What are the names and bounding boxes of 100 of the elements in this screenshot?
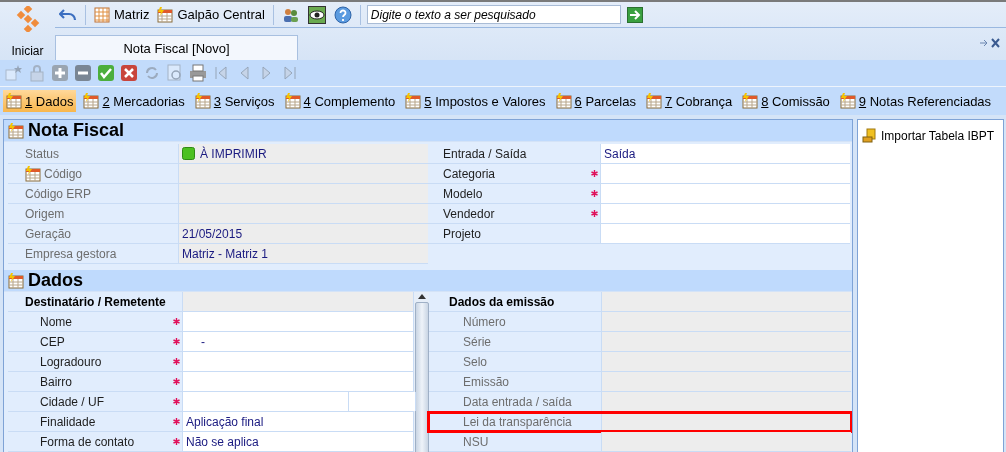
table-icon (555, 93, 572, 109)
field-label: Status (25, 146, 60, 161)
field-label: Selo (463, 354, 488, 369)
group-title: Destinatário / Remetente (25, 293, 167, 311)
lightning-table-icon (25, 165, 41, 182)
minus-icon (74, 64, 92, 82)
document-tab[interactable]: Nota Fiscal [Novo] (55, 35, 298, 61)
table-icon (194, 93, 211, 109)
field-label: Número (463, 314, 506, 329)
table-icon (6, 93, 22, 109)
go-button[interactable] (624, 5, 645, 24)
close-icon (120, 64, 138, 82)
section-tab[interactable]: 6 Parcelas (552, 90, 639, 112)
scrollbar[interactable] (413, 292, 429, 452)
preview-icon (166, 64, 184, 82)
table-icon (8, 122, 24, 139)
field-label: Emissão (463, 374, 509, 389)
section-tab[interactable]: 1 Dados (3, 90, 77, 112)
field-label: Data entrada / saída (463, 394, 572, 409)
input-field[interactable]: Saída (600, 144, 850, 163)
field-label: Vendedor (443, 206, 495, 221)
section-tab[interactable]: 3 Serviços (191, 90, 278, 112)
status-value: À IMPRIMIR (200, 146, 267, 161)
field-label: Lei da transparência (463, 414, 572, 429)
input-field[interactable] (600, 224, 850, 243)
section-tab[interactable]: 2 Mercadorias (80, 90, 188, 112)
city-uf-field[interactable] (182, 392, 416, 411)
field-label: CEP (40, 334, 65, 349)
field-label: Nome (40, 314, 72, 329)
field-label: NSU (463, 434, 489, 449)
input-field: Matriz - Matriz 1 (178, 244, 428, 263)
view-button[interactable] (305, 4, 328, 25)
table-icon (645, 93, 662, 109)
input-field[interactable] (182, 312, 413, 331)
refresh-icon (143, 64, 161, 82)
eye-icon (307, 5, 326, 24)
field-label: Modelo (443, 186, 483, 201)
checkmark-icon (97, 64, 115, 82)
section-tab[interactable]: 4 Complemento (281, 90, 399, 112)
field-label: Projeto (443, 226, 482, 241)
minus-button[interactable] (74, 64, 92, 82)
undo-icon (59, 6, 77, 23)
section-tab[interactable]: 9 Notas Referenciadas (836, 90, 995, 112)
plus-icon (51, 64, 69, 82)
field-label: Código ERP (25, 186, 92, 201)
field-label: Empresa gestora (25, 246, 117, 261)
input-field[interactable]: - (182, 332, 413, 351)
pin-close-button[interactable] (978, 37, 1002, 49)
field-label: Finalidade (40, 414, 96, 429)
field-label: Forma de contato (40, 434, 135, 449)
table-icon (8, 272, 24, 289)
section-tab[interactable]: 5 Impostos e Valores (402, 90, 549, 112)
table-icon (284, 93, 301, 109)
field-label: Código (25, 165, 83, 182)
grid-icon (94, 6, 110, 23)
section-tab[interactable]: 8 Comissão (739, 90, 833, 112)
close-button[interactable] (120, 64, 138, 82)
arrow-close-icon (980, 38, 1000, 48)
table-icon (405, 93, 422, 109)
field-label: Geração (25, 226, 72, 241)
start-button[interactable]: Iniciar (0, 2, 55, 62)
import-link[interactable]: Importar Tabela IBPT (862, 128, 995, 144)
section-header: Nota Fiscal (4, 120, 852, 142)
group-title: Dados da emissão (449, 293, 556, 311)
printer-icon (189, 64, 207, 82)
section-tab[interactable]: 7 Cobrança (642, 90, 736, 112)
field-label: Entrada / Saída (443, 146, 527, 161)
field-label: Categoria (443, 166, 496, 181)
input-field: 21/05/2015 (178, 224, 428, 243)
input-field[interactable] (182, 372, 413, 391)
field-label: Logradouro (40, 354, 102, 369)
input-field[interactable]: Não se aplica (182, 432, 413, 451)
boxes-icon (862, 128, 878, 144)
input-field[interactable] (600, 184, 850, 203)
field-label: Série (463, 334, 491, 349)
company-button[interactable]: Matriz (92, 5, 152, 24)
users-icon (281, 6, 300, 23)
arrow-right-icon (626, 6, 643, 23)
printer-button[interactable] (189, 64, 207, 82)
company-button[interactable]: Galpão Central (155, 5, 267, 24)
input-field[interactable]: Aplicação final (182, 412, 413, 431)
input-field[interactable] (600, 204, 850, 223)
field-label: Bairro (40, 374, 72, 389)
table-icon (839, 93, 856, 109)
checkmark-button[interactable] (97, 64, 115, 82)
status-square-icon (182, 147, 195, 160)
help-icon (333, 5, 352, 24)
input-field[interactable] (600, 164, 850, 183)
help-button[interactable] (331, 4, 354, 25)
table-icon (742, 93, 759, 109)
plus-button[interactable] (51, 64, 69, 82)
lock-icon (28, 64, 46, 82)
first-record-icon (212, 64, 230, 82)
input-field[interactable] (182, 352, 413, 371)
new-record-icon (5, 64, 23, 82)
section-header: Dados (4, 270, 852, 292)
lightning-table-icon (157, 6, 174, 23)
last-record-icon (281, 64, 299, 82)
field-label: Origem (25, 206, 65, 221)
search-field[interactable]: Digite o texto a ser pesquisado (366, 5, 621, 24)
